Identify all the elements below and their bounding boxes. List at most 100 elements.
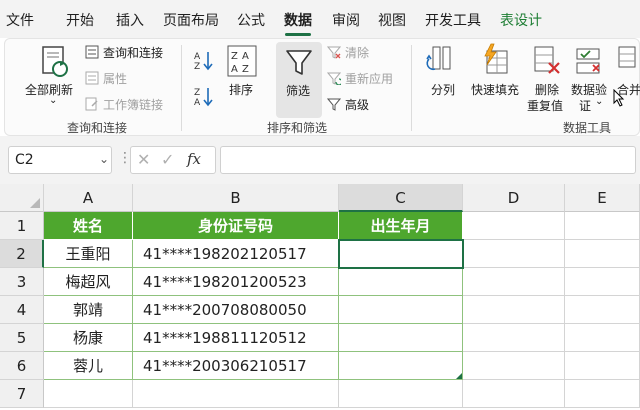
svg-text:Z: Z: [231, 51, 238, 62]
cell-b7[interactable]: [133, 380, 339, 408]
properties-button[interactable]: 属性: [103, 70, 127, 87]
column-header-b[interactable]: B: [133, 184, 339, 212]
cell-e6[interactable]: [565, 352, 640, 380]
data-validation-icon[interactable]: [575, 45, 605, 77]
reapply-button[interactable]: 重新应用: [345, 70, 393, 87]
formula-input[interactable]: [220, 146, 636, 174]
table-cell-birth[interactable]: [339, 324, 463, 352]
tab-formulas[interactable]: 公式: [237, 10, 265, 30]
query-connections-button[interactable]: 查询和连接: [103, 44, 163, 61]
text-to-columns-button[interactable]: 分列: [431, 81, 455, 98]
formula-bar-area: C2 ⌄ ⋮ ✕ ✓ fx: [0, 136, 640, 184]
insert-function-icon[interactable]: fx: [187, 150, 201, 168]
table-cell-id[interactable]: 41****200708080050: [133, 296, 339, 324]
cell-d7[interactable]: [463, 380, 565, 408]
refresh-all-dropdown-icon[interactable]: ⌄: [49, 95, 57, 106]
tab-data[interactable]: 数据: [284, 10, 312, 30]
tab-insert[interactable]: 插入: [116, 10, 144, 30]
name-box-dropdown-icon[interactable]: ⌄: [99, 152, 109, 166]
remove-duplicates-label-2[interactable]: 重复值: [527, 97, 563, 114]
table-resize-handle-icon[interactable]: [456, 373, 462, 379]
cell-d2[interactable]: [463, 240, 565, 268]
row-header-5[interactable]: 5: [0, 324, 44, 352]
table-cell-id[interactable]: 41****200306210517: [133, 352, 339, 380]
svg-text:Z: Z: [242, 64, 249, 75]
svg-text:A: A: [194, 98, 201, 107]
cell-e1[interactable]: [565, 212, 640, 240]
cancel-icon[interactable]: ✕: [137, 150, 150, 169]
filter-button[interactable]: 筛选: [276, 42, 322, 118]
table-cell-id[interactable]: 41****198201200523: [133, 268, 339, 296]
table-cell-birth[interactable]: [339, 240, 463, 268]
table-cell-birth[interactable]: [339, 352, 463, 380]
name-box[interactable]: C2 ⌄: [8, 146, 112, 174]
cell-d5[interactable]: [463, 324, 565, 352]
row-header-2[interactable]: 2: [0, 240, 44, 268]
column-header-a[interactable]: A: [44, 184, 133, 212]
tab-home[interactable]: 开始: [66, 10, 94, 30]
table-cell-name[interactable]: 杨康: [44, 324, 133, 352]
table-cell-name[interactable]: 梅超风: [44, 268, 133, 296]
svg-text:A: A: [231, 64, 238, 75]
group-label-sort-filter: 排序和筛选: [267, 121, 328, 135]
cell-a7[interactable]: [44, 380, 133, 408]
column-header-d[interactable]: D: [463, 184, 565, 212]
cell-d3[interactable]: [463, 268, 565, 296]
cell-e5[interactable]: [565, 324, 640, 352]
cell-e2[interactable]: [565, 240, 640, 268]
table-cell-name[interactable]: 郭靖: [44, 296, 133, 324]
tab-review[interactable]: 审阅: [332, 10, 360, 30]
cell-d1[interactable]: [463, 212, 565, 240]
table-cell-birth[interactable]: [339, 268, 463, 296]
table-cell-id[interactable]: 41****198811120512: [133, 324, 339, 352]
cell-d4[interactable]: [463, 296, 565, 324]
remove-duplicates-label-1[interactable]: 删除: [535, 81, 559, 98]
svg-text:Z: Z: [194, 88, 200, 98]
select-all-corner[interactable]: [0, 184, 44, 212]
sort-descending-icon[interactable]: Z A: [193, 85, 215, 107]
data-validation-label-2[interactable]: 证: [579, 97, 591, 114]
row-header-6[interactable]: 6: [0, 352, 44, 380]
advanced-filter-button[interactable]: 高级: [345, 96, 369, 113]
data-validation-dropdown-icon[interactable]: ⌄: [595, 96, 603, 107]
table-cell-birth[interactable]: [339, 296, 463, 324]
tab-developer[interactable]: 开发工具: [425, 10, 481, 30]
row-header-1[interactable]: 1: [0, 212, 44, 240]
tab-view[interactable]: 视图: [378, 10, 406, 30]
tab-page-layout[interactable]: 页面布局: [163, 10, 219, 30]
sort-button[interactable]: 排序: [229, 81, 253, 98]
cell-c7[interactable]: [339, 380, 463, 408]
refresh-all-icon[interactable]: [39, 45, 71, 79]
text-to-columns-icon[interactable]: [425, 45, 455, 77]
column-header-c[interactable]: C: [339, 184, 463, 212]
row-header-4[interactable]: 4: [0, 296, 44, 324]
advanced-filter-icon: [327, 98, 341, 111]
sort-dialog-icon[interactable]: Z A A Z: [227, 45, 257, 79]
workbook-links-icon: [85, 97, 98, 111]
table-cell-name[interactable]: 王重阳: [44, 240, 133, 268]
column-header-e[interactable]: E: [565, 184, 640, 212]
row-header-7[interactable]: 7: [0, 380, 44, 408]
cell-d6[interactable]: [463, 352, 565, 380]
cell-e3[interactable]: [565, 268, 640, 296]
table-cell-id[interactable]: 41****198202120517: [133, 240, 339, 268]
table-header-name[interactable]: 姓名: [44, 212, 133, 240]
clear-filter-button[interactable]: 清除: [345, 44, 369, 61]
filter-funnel-icon: [286, 50, 312, 75]
consolidate-icon[interactable]: [617, 45, 637, 77]
row-header-3[interactable]: 3: [0, 268, 44, 296]
cell-e4[interactable]: [565, 296, 640, 324]
remove-duplicates-icon[interactable]: [533, 45, 561, 77]
table-header-id[interactable]: 身份证号码: [133, 212, 339, 240]
sort-ascending-icon[interactable]: A Z: [193, 49, 215, 71]
enter-icon[interactable]: ✓: [161, 150, 174, 169]
flash-fill-icon[interactable]: [481, 43, 511, 77]
tab-table-design[interactable]: 表设计: [500, 10, 542, 30]
table-header-birth[interactable]: 出生年月: [339, 212, 463, 240]
flash-fill-button[interactable]: 快速填充: [471, 81, 519, 98]
query-connections-icon: [85, 45, 99, 59]
cell-e7[interactable]: [565, 380, 640, 408]
tab-file[interactable]: 文件: [6, 10, 34, 30]
table-cell-name[interactable]: 蓉儿: [44, 352, 133, 380]
workbook-links-button[interactable]: 工作簿链接: [103, 96, 163, 113]
